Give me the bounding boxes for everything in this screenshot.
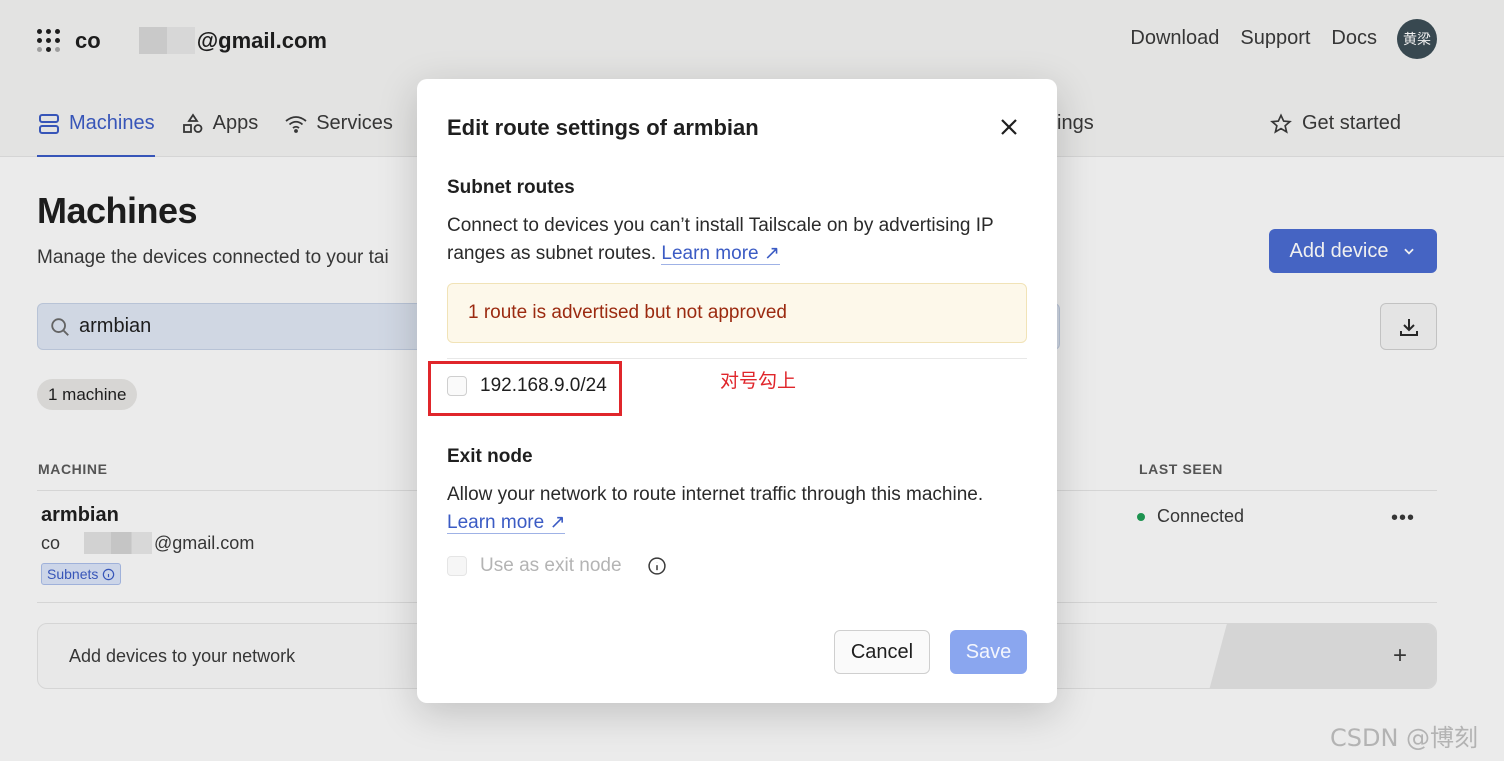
info-icon[interactable]: [647, 556, 667, 576]
cancel-button[interactable]: Cancel: [834, 630, 930, 674]
save-button[interactable]: Save: [950, 630, 1027, 674]
exit-node-heading: Exit node: [447, 446, 533, 467]
exit-learn-more-link[interactable]: Learn more ↗: [447, 512, 566, 534]
route-warning-banner: 1 route is advertised but not approved: [447, 283, 1027, 343]
subnet-routes-description: Connect to devices you can’t install Tai…: [447, 212, 1032, 268]
close-icon[interactable]: [997, 115, 1021, 139]
annotation-highlight-box: [428, 361, 622, 416]
exit-node-option: Use as exit node: [447, 555, 667, 577]
annotation-note: 对号勾上: [720, 370, 797, 392]
subnet-learn-more-link[interactable]: Learn more ↗: [661, 243, 780, 265]
watermark: CSDN @博刻: [1330, 724, 1479, 752]
exit-desc-text: Allow your network to route internet tra…: [447, 484, 984, 505]
exit-node-description: Allow your network to route internet tra…: [447, 481, 1032, 537]
exit-node-checkbox: [447, 556, 467, 576]
dialog-divider: [447, 358, 1027, 359]
subnet-routes-heading: Subnet routes: [447, 177, 575, 198]
dialog-title: Edit route settings of armbian: [447, 115, 759, 140]
exit-node-label: Use as exit node: [480, 555, 622, 576]
